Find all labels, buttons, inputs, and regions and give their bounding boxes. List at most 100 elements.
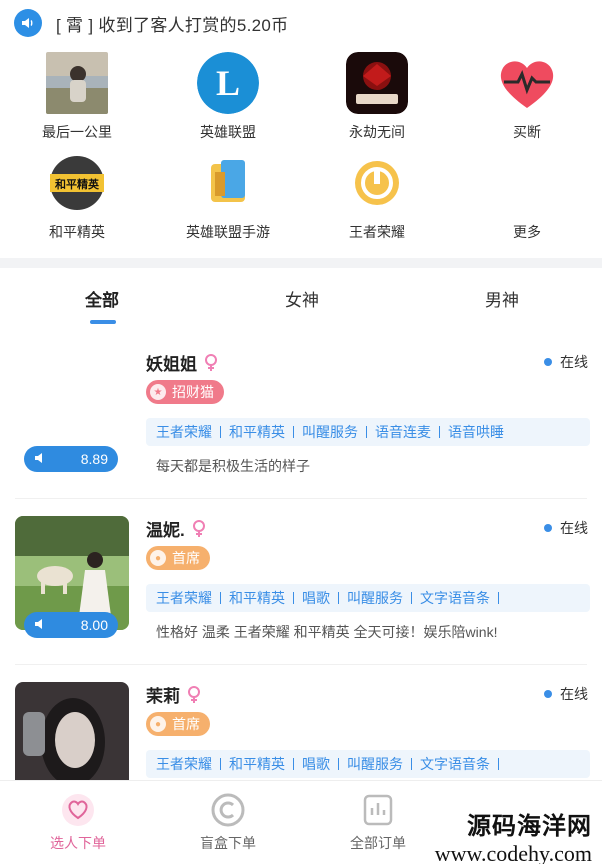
game-item-naraka[interactable]: 永劫无间 [302,52,452,142]
female-icon [188,685,200,703]
skill-tag[interactable]: 唱歌 [302,754,330,774]
game-label: 英雄联盟手游 [186,224,270,240]
rank-badge: ● 首席 [146,546,210,570]
game-label: 永劫无间 [349,124,405,140]
tag-separator [220,426,221,438]
skill-tags: 王者荣耀 和平精英 唱歌 叫醒服务 文字语音条 [146,584,590,612]
game-item-lol[interactable]: L 英雄联盟 [153,52,303,142]
online-text: 在线 [560,354,588,370]
card-divider [15,664,587,665]
rank-badge-text: 首席 [172,716,200,732]
skill-tag[interactable]: 和平精英 [229,422,285,442]
game-label: 和平精英 [49,224,105,240]
online-dot [544,358,552,366]
companion-name-text: 妖姐姐 [146,355,197,374]
avatar[interactable] [15,682,129,796]
companion-description: 每天都是积极生活的样子 [156,458,310,474]
watermark-line1: 源码海洋网 [467,813,592,840]
companion-name-text: 茉莉 [146,687,180,706]
price-value: 8.00 [80,617,108,633]
skill-tag[interactable]: 和平精英 [229,588,285,608]
skill-tag[interactable]: 文字语音条 [420,754,490,774]
voice-price-pill[interactable]: 8.89 [24,446,118,472]
skill-tag[interactable]: 叫醒服务 [302,422,358,442]
tag-separator [293,426,294,438]
game-label: 买断 [513,124,541,140]
companion-name[interactable]: 温妮. [146,516,207,541]
tag-separator [498,592,499,604]
notice-text: [ 霄 ] 收到了客人打赏的5.20币 [56,15,289,35]
more-icon [496,152,558,214]
online-status: 在线 [544,518,588,538]
rank-badge: ● 首席 [146,712,210,736]
voice-price-pill[interactable]: 8.00 [24,612,118,638]
companion-card[interactable]: 8.00 温妮. 在线 ● 首席 王者荣耀 和平精英 唱歌 叫醒服务 文字语音条… [0,516,602,682]
honor-of-kings-logo-icon [346,152,408,214]
female-icon [205,353,217,371]
heart-icon [61,793,95,827]
tab-all[interactable]: 全部 [42,286,162,311]
skill-tag[interactable]: 唱歌 [302,588,330,608]
tag-separator [338,592,339,604]
game-item-wild-rift[interactable]: 英雄联盟手游 [153,152,303,242]
skill-tag[interactable]: 王者荣耀 [156,754,212,774]
online-text: 在线 [560,686,588,702]
game-item-honor-of-kings[interactable]: 王者荣耀 [302,152,452,242]
tab-goddess[interactable]: 女神 [242,286,362,311]
svg-text:和平精英: 和平精英 [55,177,100,191]
orders-icon [361,793,395,827]
rank-badge-text: 首席 [172,550,200,566]
star-icon: ★ [150,384,166,400]
online-status: 在线 [544,684,588,704]
game-label: 最后一公里 [42,124,112,140]
tag-separator [439,426,440,438]
game-label: 英雄联盟 [200,124,256,140]
tag-separator [220,592,221,604]
speaker-icon [14,9,42,37]
tag-separator [498,758,499,770]
medal-icon: ● [150,550,166,566]
tag-separator [293,592,294,604]
skill-tag[interactable]: 和平精英 [229,754,285,774]
game-label: 王者荣耀 [349,224,405,240]
wild-rift-logo-icon [197,152,259,214]
nav-select-order[interactable]: 选人下单 [18,793,138,853]
rank-badge: ★ 招财猫 [146,380,224,404]
photo-thumb-icon [46,52,108,114]
game-item-more[interactable]: 更多 [452,152,602,242]
online-dot [544,524,552,532]
tag-separator [220,758,221,770]
section-divider [0,258,602,268]
category-tabs: 全部 女神 男神 [0,270,602,330]
price-value: 8.89 [80,451,108,467]
watermark-line2: www.codehy.com [434,841,592,864]
nav-blind-box[interactable]: 盲盒下单 [168,793,288,853]
online-status: 在线 [544,352,588,372]
lol-logo-icon: L [197,52,259,114]
skill-tags: 王者荣耀 和平精英 叫醒服务 语音连麦 语音哄睡 [146,418,590,446]
online-dot [544,690,552,698]
companion-name[interactable]: 茉莉 [146,682,202,707]
notice-bar[interactable]: [ 霄 ] 收到了客人打赏的5.20币 [0,0,602,46]
skill-tag[interactable]: 语音连麦 [375,422,431,442]
tab-god[interactable]: 男神 [442,286,562,311]
nav-label: 全部订单 [350,835,406,851]
companion-name[interactable]: 妖姐姐 [146,350,219,375]
game-item-last-mile[interactable]: 最后一公里 [2,52,152,142]
skill-tag[interactable]: 叫醒服务 [347,588,403,608]
medal-icon: ● [150,716,166,732]
skill-tag[interactable]: 王者荣耀 [156,588,212,608]
skill-tag[interactable]: 叫醒服务 [347,754,403,774]
skill-tag[interactable]: 语音哄睡 [448,422,504,442]
skill-tag[interactable]: 王者荣耀 [156,422,212,442]
game-item-peace-elite[interactable]: 和平精英 和平精英 [2,152,152,242]
game-item-buyout[interactable]: 买断 [452,52,602,142]
tag-separator [366,426,367,438]
companion-card[interactable]: 8.89 妖姐姐 在线 ★ 招财猫 王者荣耀 和平精英 叫醒服务 语音连麦 语音… [0,350,602,516]
nav-all-orders[interactable]: 全部订单 [318,793,438,853]
voice-icon [34,451,48,468]
tag-separator [411,592,412,604]
nav-label: 盲盒下单 [200,835,256,851]
tag-separator [411,758,412,770]
skill-tag[interactable]: 文字语音条 [420,588,490,608]
